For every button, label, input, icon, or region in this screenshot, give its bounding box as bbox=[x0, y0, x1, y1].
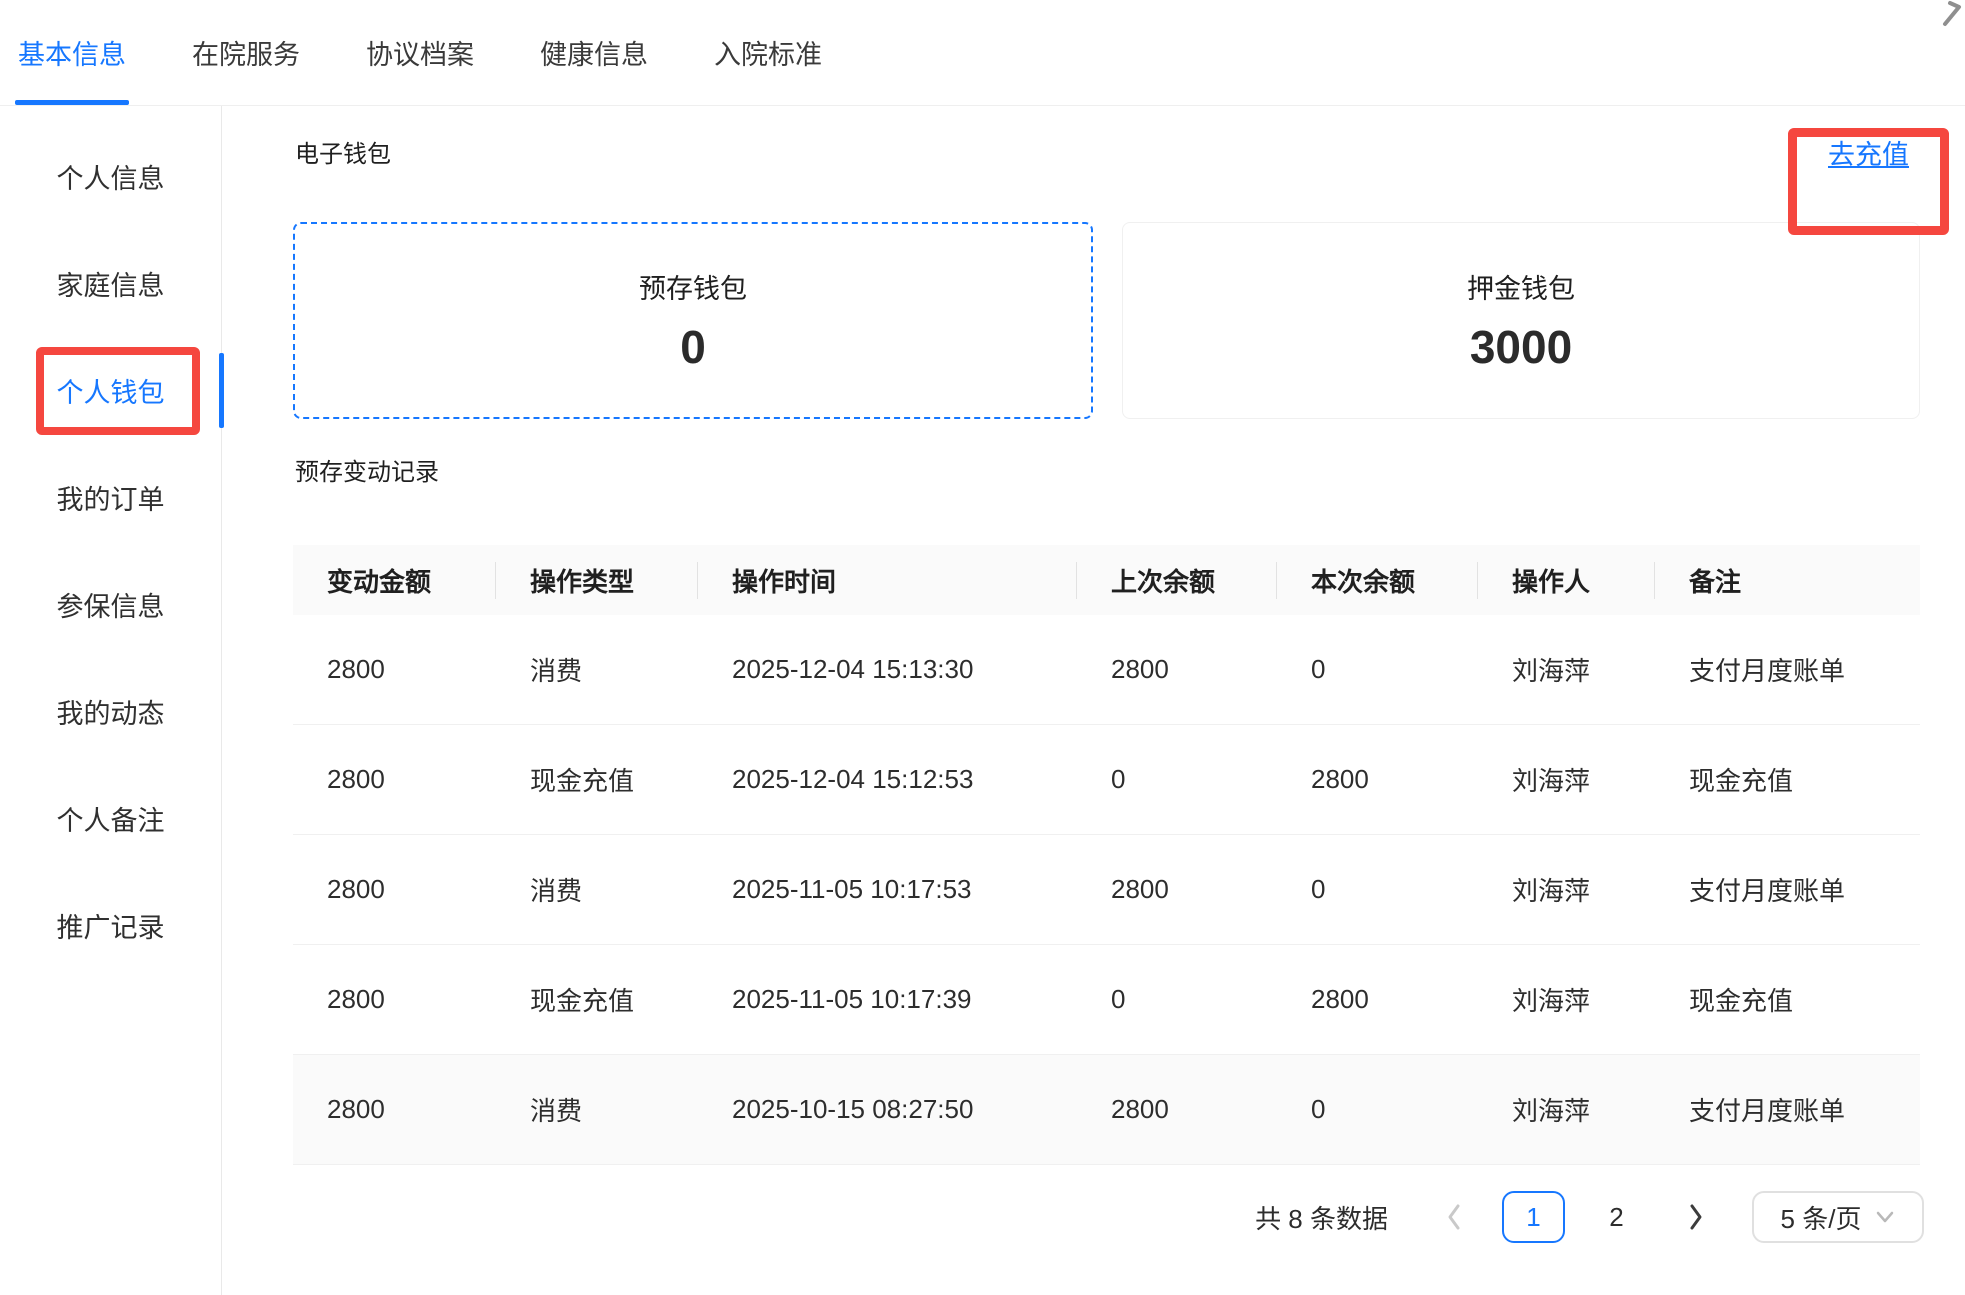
cell-change-amount: 2800 bbox=[293, 874, 496, 905]
cell-remark: 现金充值 bbox=[1655, 981, 1920, 1018]
column-header-operation-time: 操作时间 bbox=[698, 562, 1077, 599]
wallet-cards: 预存钱包 0 押金钱包 3000 bbox=[293, 222, 1920, 419]
cell-remark: 支付月度账单 bbox=[1655, 651, 1920, 688]
cell-operation-type: 消费 bbox=[496, 1091, 698, 1128]
cell-previous-balance: 0 bbox=[1077, 984, 1277, 1015]
pagination-total-text: 共 8 条数据 bbox=[1255, 1199, 1388, 1236]
deposit-wallet-title: 押金钱包 bbox=[1467, 267, 1575, 306]
deposit-wallet-card: 押金钱包 3000 bbox=[1122, 222, 1920, 419]
column-header-operation-type: 操作类型 bbox=[496, 562, 698, 599]
page-size-label: 5 条/页 bbox=[1781, 1199, 1862, 1236]
next-page-button[interactable] bbox=[1676, 1191, 1716, 1243]
cell-operation-type: 消费 bbox=[496, 871, 698, 908]
e-wallet-section-label: 电子钱包 bbox=[295, 134, 391, 169]
column-header-operator: 操作人 bbox=[1478, 562, 1655, 599]
prestore-records-section-label: 预存变动记录 bbox=[295, 452, 439, 487]
chevron-left-icon bbox=[1446, 1203, 1462, 1231]
column-header-current-balance: 本次余额 bbox=[1277, 562, 1478, 599]
table-body: 2800 消费 2025-12-04 15:13:30 2800 0 刘海萍 支… bbox=[293, 615, 1920, 1165]
cell-current-balance: 0 bbox=[1277, 654, 1478, 685]
cell-current-balance: 0 bbox=[1277, 1094, 1478, 1125]
prev-page-button[interactable] bbox=[1434, 1191, 1474, 1243]
prestore-wallet-card[interactable]: 预存钱包 0 bbox=[293, 222, 1093, 419]
cell-previous-balance: 2800 bbox=[1077, 654, 1277, 685]
cell-remark: 支付月度账单 bbox=[1655, 871, 1920, 908]
table-row: 2800 消费 2025-10-15 08:27:50 2800 0 刘海萍 支… bbox=[293, 1055, 1920, 1165]
deposit-wallet-value: 3000 bbox=[1470, 320, 1572, 374]
cell-operation-time: 2025-12-04 15:12:53 bbox=[698, 764, 1077, 795]
sidebar-item-personal-wallet[interactable]: 个人钱包 bbox=[0, 337, 221, 444]
cell-previous-balance: 2800 bbox=[1077, 874, 1277, 905]
sidebar-item-personal-notes[interactable]: 个人备注 bbox=[0, 765, 221, 872]
pagination: 共 8 条数据 1 2 5 条/页 bbox=[1255, 1189, 1924, 1245]
go-recharge-link[interactable]: 去充值 bbox=[1828, 133, 1909, 172]
prestore-records-table: 变动金额 操作类型 操作时间 上次余额 本次余额 操作人 备注 2800 消费 … bbox=[293, 545, 1920, 1165]
sidebar-item-label: 个人钱包 bbox=[57, 371, 165, 410]
cell-change-amount: 2800 bbox=[293, 654, 496, 685]
tab-basic-info[interactable]: 基本信息 bbox=[18, 0, 126, 105]
chevron-right-icon bbox=[1688, 1203, 1704, 1231]
cell-operation-type: 消费 bbox=[496, 651, 698, 688]
cell-operation-time: 2025-12-04 15:13:30 bbox=[698, 654, 1077, 685]
table-row: 2800 消费 2025-11-05 10:17:53 2800 0 刘海萍 支… bbox=[293, 835, 1920, 945]
tab-admission-standard[interactable]: 入院标准 bbox=[714, 0, 822, 105]
prestore-wallet-value: 0 bbox=[680, 320, 706, 374]
sidebar: 个人信息 家庭信息 个人钱包 我的订单 参保信息 我的动态 个人备注 推广记录 bbox=[0, 106, 222, 1295]
tab-health-info[interactable]: 健康信息 bbox=[540, 0, 648, 105]
cell-operator: 刘海萍 bbox=[1478, 981, 1655, 1018]
tab-bar: 基本信息 在院服务 协议档案 健康信息 入院标准 bbox=[0, 0, 1965, 106]
table-row: 2800 消费 2025-12-04 15:13:30 2800 0 刘海萍 支… bbox=[293, 615, 1920, 725]
cell-current-balance: 2800 bbox=[1277, 984, 1478, 1015]
cell-operation-type: 现金充值 bbox=[496, 761, 698, 798]
column-header-change-amount: 变动金额 bbox=[293, 562, 496, 599]
cell-current-balance: 2800 bbox=[1277, 764, 1478, 795]
cell-change-amount: 2800 bbox=[293, 984, 496, 1015]
table-row: 2800 现金充值 2025-11-05 10:17:39 0 2800 刘海萍… bbox=[293, 945, 1920, 1055]
cell-operation-time: 2025-10-15 08:27:50 bbox=[698, 1094, 1077, 1125]
tab-inpatient-service[interactable]: 在院服务 bbox=[192, 0, 300, 105]
page-button-1[interactable]: 1 bbox=[1502, 1191, 1565, 1243]
active-indicator-bar bbox=[219, 353, 224, 428]
prestore-wallet-title: 预存钱包 bbox=[639, 267, 747, 306]
chevron-down-icon bbox=[1875, 1210, 1895, 1224]
cell-operator: 刘海萍 bbox=[1478, 1091, 1655, 1128]
cell-previous-balance: 2800 bbox=[1077, 1094, 1277, 1125]
sidebar-item-promotion-records[interactable]: 推广记录 bbox=[0, 872, 221, 979]
cell-operation-time: 2025-11-05 10:17:53 bbox=[698, 874, 1077, 905]
sidebar-item-insurance-info[interactable]: 参保信息 bbox=[0, 551, 221, 658]
cell-operation-time: 2025-11-05 10:17:39 bbox=[698, 984, 1077, 1015]
cell-operator: 刘海萍 bbox=[1478, 871, 1655, 908]
cell-remark: 现金充值 bbox=[1655, 761, 1920, 798]
cell-previous-balance: 0 bbox=[1077, 764, 1277, 795]
cell-change-amount: 2800 bbox=[293, 764, 496, 795]
cell-operator: 刘海萍 bbox=[1478, 651, 1655, 688]
sidebar-item-family-info[interactable]: 家庭信息 bbox=[0, 230, 221, 337]
table-header-row: 变动金额 操作类型 操作时间 上次余额 本次余额 操作人 备注 bbox=[293, 545, 1920, 615]
sidebar-item-my-orders[interactable]: 我的订单 bbox=[0, 444, 221, 551]
corner-cursor-artifact bbox=[1936, 0, 1964, 40]
cell-change-amount: 2800 bbox=[293, 1094, 496, 1125]
cell-operation-type: 现金充值 bbox=[496, 981, 698, 1018]
sidebar-item-my-activity[interactable]: 我的动态 bbox=[0, 658, 221, 765]
sidebar-item-personal-info[interactable]: 个人信息 bbox=[0, 123, 221, 230]
cell-operator: 刘海萍 bbox=[1478, 761, 1655, 798]
cell-remark: 支付月度账单 bbox=[1655, 1091, 1920, 1128]
column-header-remark: 备注 bbox=[1655, 562, 1920, 599]
cell-current-balance: 0 bbox=[1277, 874, 1478, 905]
table-row: 2800 现金充值 2025-12-04 15:12:53 0 2800 刘海萍… bbox=[293, 725, 1920, 835]
tab-agreement-archive[interactable]: 协议档案 bbox=[366, 0, 474, 105]
column-header-previous-balance: 上次余额 bbox=[1077, 562, 1277, 599]
page-button-2[interactable]: 2 bbox=[1585, 1191, 1648, 1243]
page-size-select[interactable]: 5 条/页 bbox=[1752, 1191, 1924, 1243]
